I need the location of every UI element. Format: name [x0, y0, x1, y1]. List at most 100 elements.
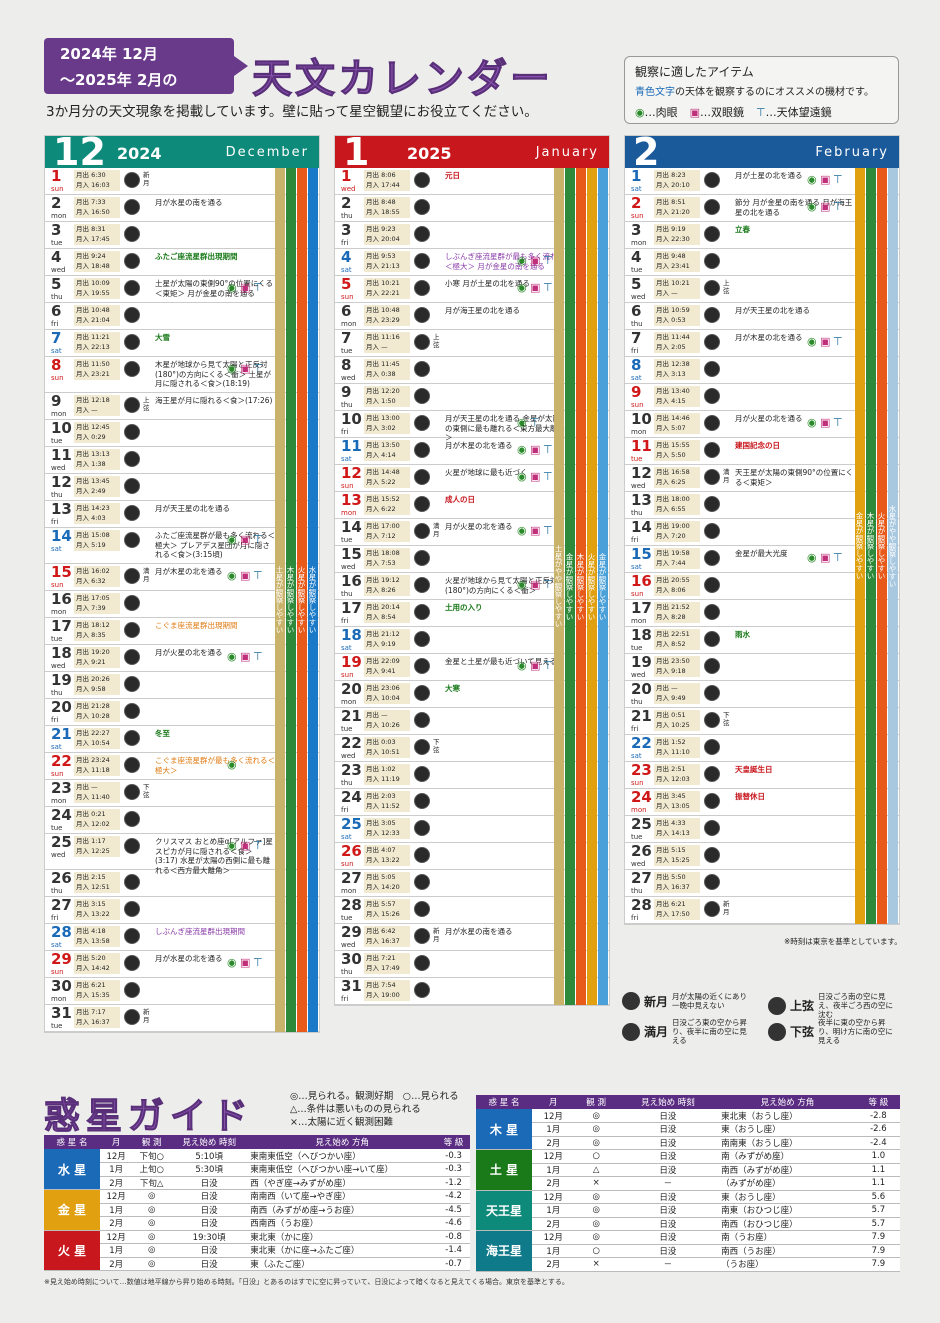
moonrise-moonset: 月出 14:23 月入 4:03	[74, 503, 120, 524]
table-cell: 7.9	[856, 1257, 900, 1272]
planet-table-left: 惑 星 名月観 測見え始め 時刻 見え始め 方角等 級水 星 12月 下旬○ 5:10頃…	[44, 1135, 470, 1271]
weekday: fri	[341, 806, 349, 814]
moonset-time: 月入 9:58	[76, 685, 106, 693]
moon-phase-icon	[704, 901, 720, 917]
moonrise-moonset: 月出 14:48 月入 5:22	[364, 467, 410, 488]
moon-phase-icon	[414, 226, 430, 242]
weekday: mon	[631, 428, 647, 436]
moonrise-time: 月出 6:21	[656, 900, 686, 908]
table-cell: 南（うお座）	[718, 1230, 857, 1245]
observation-bar: 木星が観察しやすい	[576, 168, 586, 1005]
month-english: January	[535, 145, 599, 160]
moon-phase-label: 新月	[143, 171, 150, 187]
moonrise-time: 月出 0:03	[366, 738, 396, 746]
moonrise-moonset: 月出 3:05 月入 12:33	[364, 818, 410, 839]
day-number: 11	[631, 437, 652, 455]
table-cell: -2.6	[856, 1122, 900, 1137]
moon-phase-icon	[414, 550, 430, 566]
day-number: 4	[341, 248, 352, 266]
weekday: thu	[631, 509, 643, 517]
month-english: February	[815, 145, 889, 160]
moonrise-moonset: 月出 10:21 月入 22:21	[364, 278, 410, 299]
moonrise-time: 月出 5:15	[656, 846, 686, 854]
table-cell: 12月	[100, 1149, 133, 1163]
weekday: fri	[631, 725, 639, 733]
moonrise-time: 月出 11:45	[366, 360, 400, 368]
weekday: wed	[631, 293, 646, 301]
moonrise-moonset: 月出 7:54 月入 19:00	[364, 980, 410, 1001]
moonset-time: 月入 19:55	[76, 289, 110, 297]
moonset-time: 月入 —	[76, 406, 98, 414]
table-cell: 19:30頃	[171, 1230, 248, 1244]
moonset-time: 月入 9:21	[76, 658, 106, 666]
day-number: 12	[51, 473, 72, 491]
table-cell: 1月	[532, 1244, 575, 1258]
moonset-time: 月入 6:22	[366, 505, 396, 513]
table-cell: 南西（おひつじ座）	[718, 1217, 857, 1231]
moonset-time: 月入 15:25	[656, 856, 690, 864]
moonset-time: 月入 19:00	[366, 991, 400, 999]
moonset-time: 月入 16:37	[366, 937, 400, 945]
table-cell: ◎	[574, 1136, 618, 1150]
table-row: 1月 ◎ 日没 東北東（かに座→ふたご座） -1.4	[44, 1243, 470, 1258]
day-number: 20	[341, 680, 362, 698]
moonset-time: 月入 16:03	[76, 181, 110, 189]
moonrise-moonset: 月出 7:17 月入 16:37	[74, 1007, 120, 1028]
table-cell: ◎	[132, 1216, 172, 1231]
moonrise-moonset: 月出 22:51 月入 8:52	[654, 629, 700, 650]
day-number: 3	[341, 221, 352, 239]
event-text: 建国記念の日	[735, 441, 780, 450]
moon-phase-icon	[704, 334, 720, 350]
day-number: 14	[631, 518, 652, 536]
moonrise-moonset: 月出 21:28 月入 10:28	[74, 701, 120, 722]
table-header: 観 測	[574, 1095, 618, 1109]
table-cell: ○	[574, 1149, 618, 1164]
moonset-time: 月入 5:19	[76, 541, 106, 549]
observation-bar: 土星がやや観察しやすい	[554, 168, 564, 1005]
moon-phase-icon	[622, 1022, 640, 1041]
table-cell: 南（みずがめ座）	[718, 1149, 857, 1164]
moon-phase-icon	[124, 703, 140, 719]
moon-phase-label: 上弦	[723, 279, 730, 295]
day-number: 23	[51, 779, 72, 797]
telescope-icon: ⊤	[833, 200, 843, 213]
moonrise-moonset: 月出 9:23 月入 20:04	[364, 224, 410, 245]
moonrise-time: 月出 17:00	[366, 522, 400, 530]
eye-icon: ◉	[517, 659, 527, 672]
table-header: 等 級	[437, 1135, 470, 1149]
day-number: 17	[341, 599, 362, 617]
moonrise-time: 月出 8:51	[656, 198, 686, 206]
eye-icon: ◉	[517, 254, 527, 267]
day-number: 18	[51, 644, 72, 662]
moon-phase-icon	[124, 757, 140, 773]
weekday: fri	[51, 320, 59, 328]
weekday: mon	[631, 617, 647, 625]
moonrise-moonset: 月出 19:20 月入 9:21	[74, 647, 120, 668]
day-number: 24	[51, 806, 72, 824]
moonrise-time: 月出 21:52	[656, 603, 690, 611]
telescope-icon: ⊤	[543, 281, 553, 294]
moonset-time: 月入 13:22	[366, 856, 400, 864]
moonrise-moonset: 月出 13:13 月入 1:38	[74, 449, 120, 470]
moon-phase-icon	[124, 307, 140, 323]
weekday: thu	[341, 779, 353, 787]
day-number: 28	[341, 896, 362, 914]
moonrise-moonset: 月出 4:18 月入 13:58	[74, 926, 120, 947]
moon-phase-icon	[414, 874, 430, 890]
weekday: sat	[631, 752, 642, 760]
moonrise-moonset: 月出 1:02 月入 11:19	[364, 764, 410, 785]
table-cell: 2月	[100, 1176, 133, 1190]
moonrise-time: 月出 20:26	[76, 675, 110, 683]
event-text: 大寒	[445, 684, 460, 693]
weekday: sun	[341, 860, 354, 868]
moon-phase-icon	[704, 172, 720, 188]
day-number: 19	[631, 653, 652, 671]
moon-phase-icon	[704, 388, 720, 404]
moonset-time: 月入 8:28	[656, 613, 686, 621]
telescope-icon: ⊤	[543, 659, 553, 672]
moonset-time: 月入 20:04	[366, 235, 400, 243]
moonrise-time: 月出 1:52	[656, 738, 686, 746]
day-number: 19	[51, 671, 72, 689]
moonset-time: 月入 0:53	[656, 316, 686, 324]
moonrise-time: 月出 9:53	[366, 252, 396, 260]
